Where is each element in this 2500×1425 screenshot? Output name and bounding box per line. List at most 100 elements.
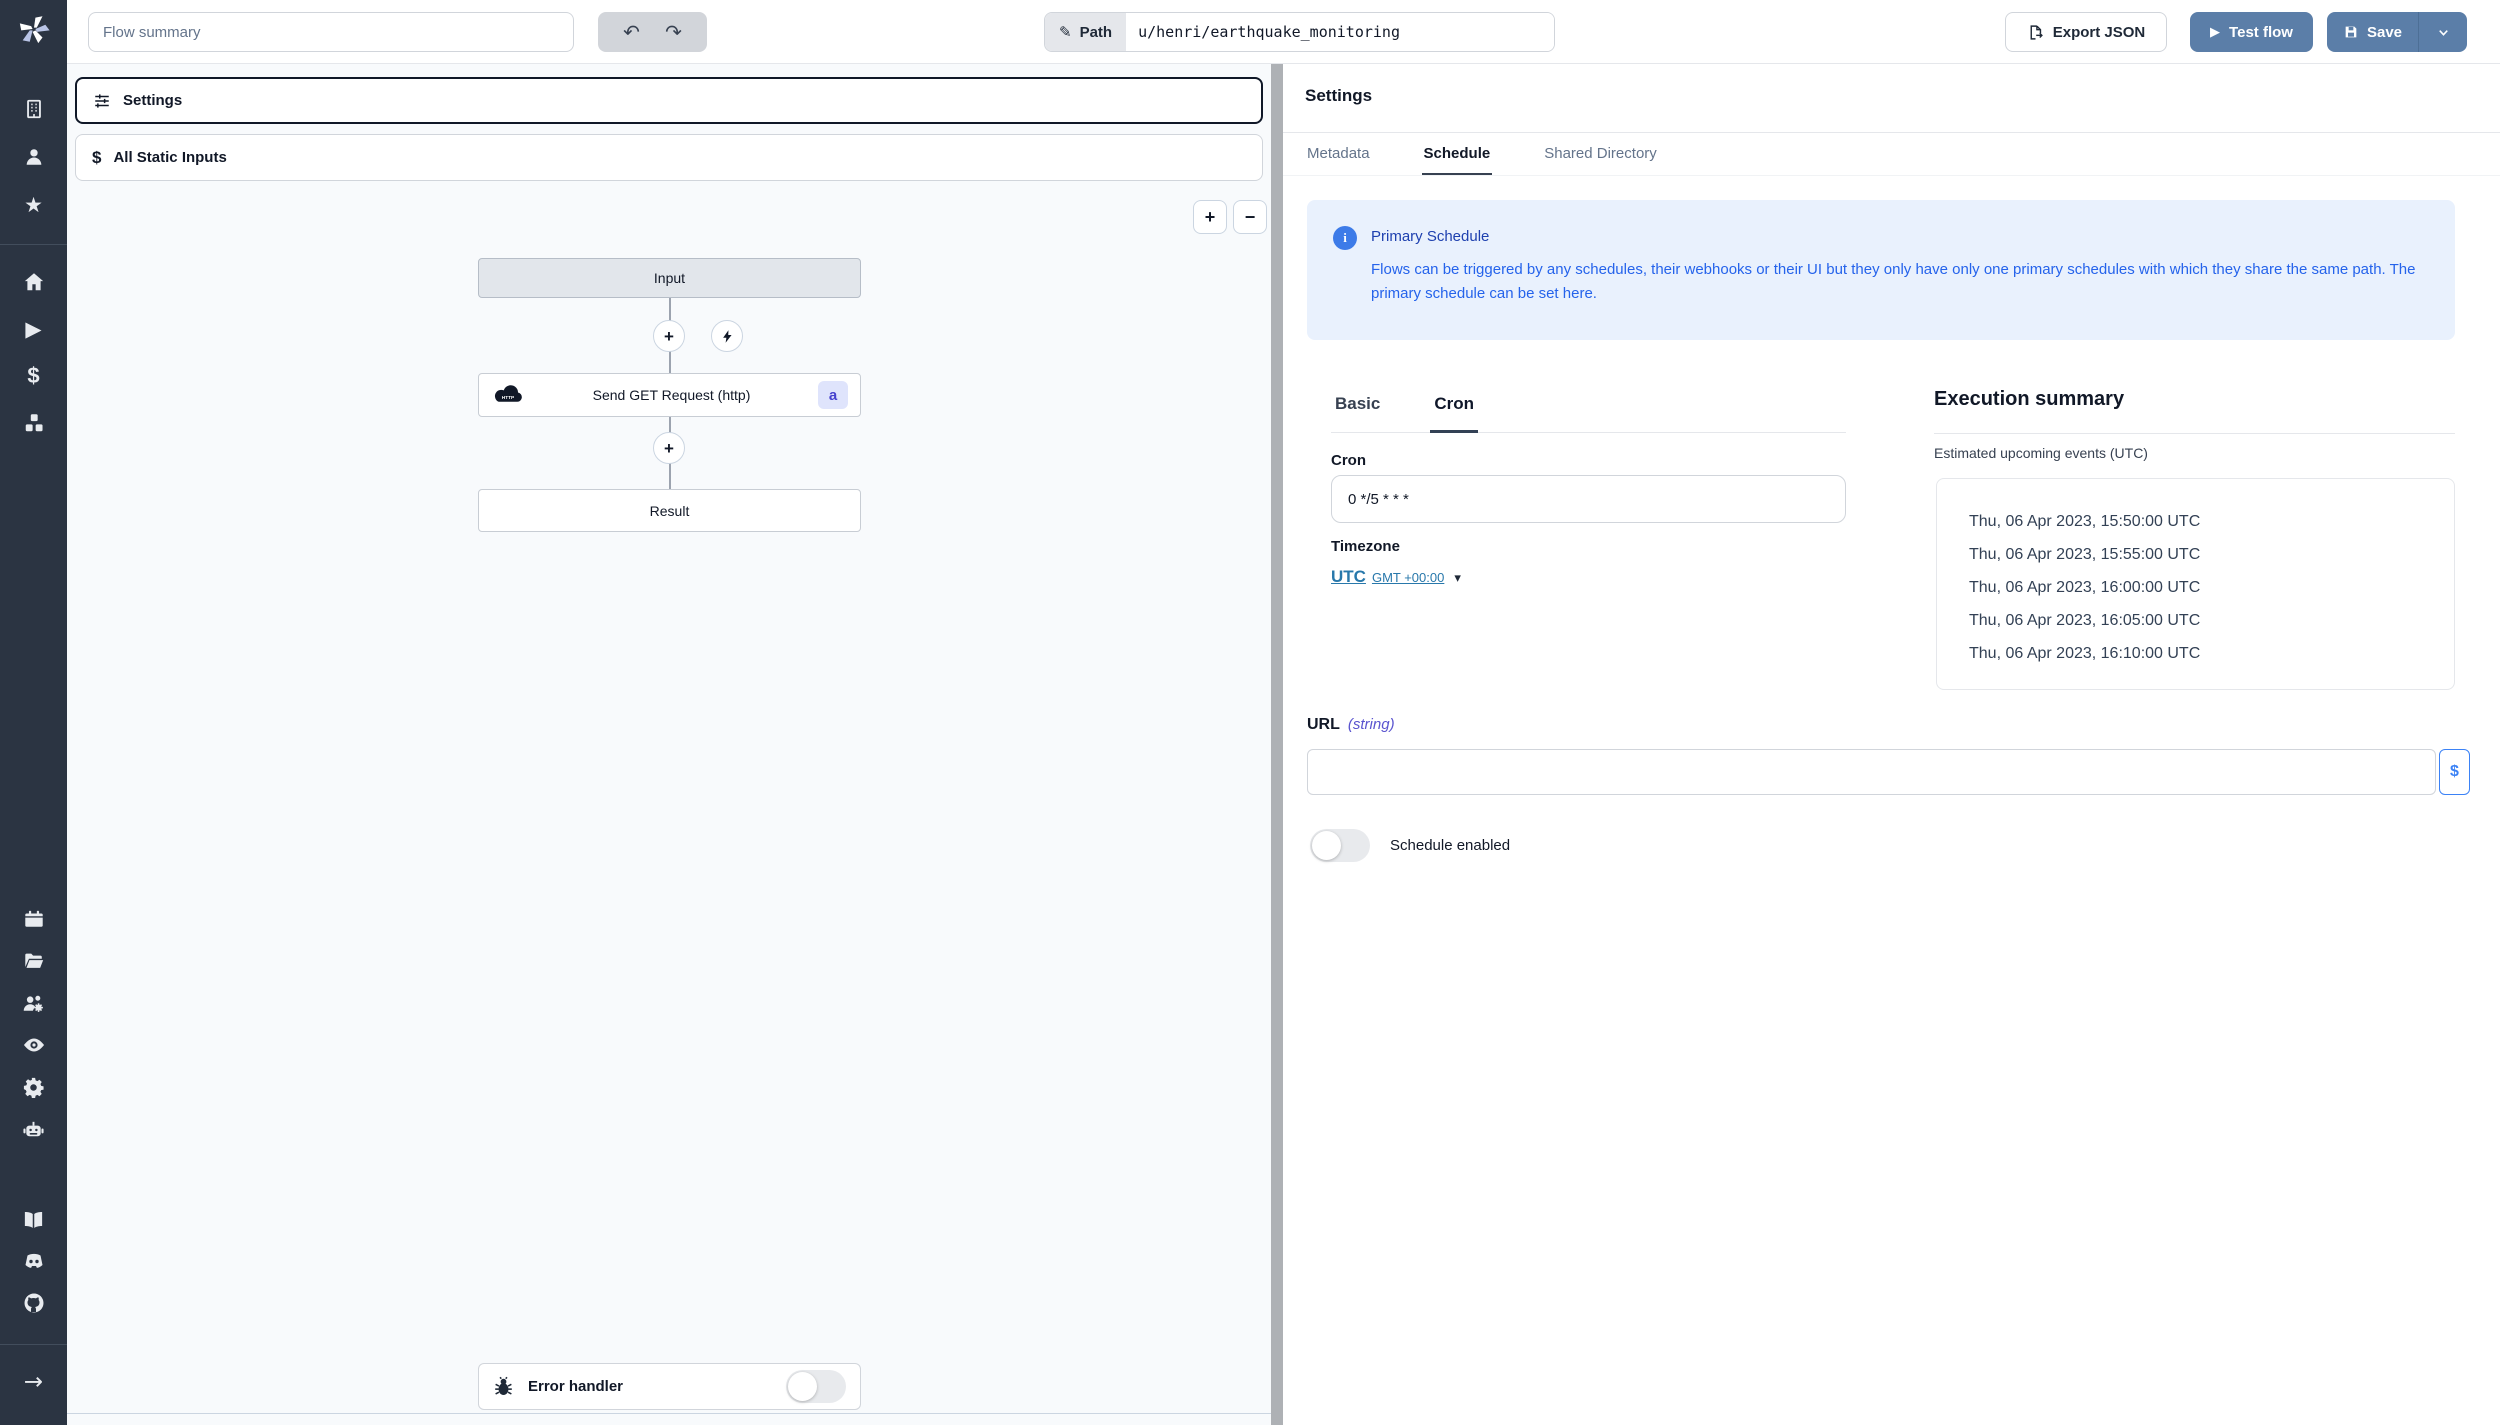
event-row: Thu, 06 Apr 2023, 16:10:00 UTC	[1969, 637, 2454, 670]
workspace-building-icon[interactable]	[0, 88, 67, 130]
export-icon	[2027, 24, 2044, 41]
groups-users-gear-icon[interactable]	[0, 982, 67, 1024]
redo-icon[interactable]: ↷	[665, 22, 682, 42]
audit-logs-eye-icon[interactable]	[0, 1024, 67, 1066]
folders-icon[interactable]	[0, 940, 67, 982]
undo-icon[interactable]: ↶	[623, 22, 640, 42]
plus-icon: +	[664, 440, 674, 457]
tab-schedule[interactable]: Schedule	[1422, 133, 1493, 176]
windmill-logo-icon[interactable]	[0, 0, 67, 58]
save-dropdown-button[interactable]	[2419, 12, 2467, 52]
settings-panel: Settings Metadata Schedule Shared Direct…	[1283, 64, 2500, 1425]
canvas-bottom-divider	[67, 1413, 1271, 1414]
cron-label: Cron	[1331, 452, 1366, 469]
windmill-flow-editor: ★ ▶ $	[0, 0, 2500, 1425]
sidebar: ★ ▶ $	[0, 0, 67, 1425]
topbar: ↶ ↷ ✎ Path Export JSON ▶ Test flow	[67, 0, 2500, 64]
toggle-knob	[788, 1372, 817, 1401]
flow-summary-input[interactable]	[88, 12, 574, 52]
path-label: Path	[1080, 24, 1113, 41]
toggle-knob	[1312, 831, 1341, 860]
variables-dollar-icon[interactable]: $	[0, 355, 67, 397]
plus-icon: +	[664, 328, 674, 345]
insert-variable-button[interactable]: $	[2439, 749, 2470, 795]
schedule-enabled-row: Schedule enabled	[1310, 829, 1510, 862]
panel-splitter[interactable]	[1271, 64, 1283, 1425]
docs-book-icon[interactable]	[0, 1198, 67, 1240]
home-icon[interactable]	[0, 261, 67, 303]
test-flow-button[interactable]: ▶ Test flow	[2190, 12, 2313, 52]
discord-icon[interactable]	[0, 1240, 67, 1282]
schedule-mode-tabs: Basic Cron	[1331, 390, 1846, 433]
play-icon: ▶	[2210, 25, 2220, 40]
runs-play-icon[interactable]: ▶	[0, 308, 67, 350]
timezone-selector[interactable]: UTC GMT +00:00 ▾	[1331, 567, 1461, 587]
flow-settings-label: Settings	[123, 92, 182, 109]
tab-shared-directory[interactable]: Shared Directory	[1542, 133, 1659, 176]
all-static-inputs-box[interactable]: $ All Static Inputs	[75, 134, 1263, 181]
step-id-badge: a	[818, 381, 848, 409]
dropdown-triangle-icon: ▾	[1454, 571, 1461, 586]
resources-cubes-icon[interactable]	[0, 402, 67, 444]
timezone-offset: GMT +00:00	[1372, 570, 1444, 585]
undo-redo-group: ↶ ↷	[598, 12, 707, 52]
event-row: Thu, 06 Apr 2023, 15:50:00 UTC	[1969, 505, 2454, 538]
error-handler-label: Error handler	[528, 1378, 772, 1395]
favorites-star-icon[interactable]: ★	[0, 184, 67, 226]
export-json-button[interactable]: Export JSON	[2005, 12, 2167, 52]
expand-sidebar-arrow-icon[interactable]: →	[0, 1361, 67, 1403]
info-icon: i	[1333, 226, 1357, 250]
tab-basic[interactable]: Basic	[1331, 390, 1384, 433]
settings-gear-icon[interactable]	[0, 1066, 67, 1108]
settings-tabs: Metadata Schedule Shared Directory	[1305, 133, 1659, 176]
url-type-hint: (string)	[1348, 716, 1395, 733]
path-input[interactable]	[1126, 13, 1554, 51]
path-chip: ✎ Path	[1045, 13, 1126, 51]
test-flow-label: Test flow	[2229, 24, 2293, 41]
input-node[interactable]: Input	[478, 258, 861, 298]
execution-summary-title: Execution summary	[1934, 388, 2124, 411]
cron-input[interactable]	[1331, 475, 1846, 523]
url-input[interactable]	[1307, 749, 2436, 795]
zoom-out-button[interactable]: −	[1233, 200, 1267, 234]
add-step-button[interactable]: +	[653, 432, 685, 464]
schedule-enabled-label: Schedule enabled	[1390, 837, 1510, 854]
dollar-icon: $	[92, 148, 101, 168]
save-button-group: Save	[2327, 12, 2467, 52]
event-row: Thu, 06 Apr 2023, 15:55:00 UTC	[1969, 538, 2454, 571]
zoom-in-button[interactable]: +	[1193, 200, 1227, 234]
user-icon[interactable]	[0, 136, 67, 178]
tab-metadata[interactable]: Metadata	[1305, 133, 1372, 176]
timezone-label: Timezone	[1331, 538, 1400, 555]
tab-cron[interactable]: Cron	[1430, 390, 1478, 433]
tabs-divider	[1283, 175, 2500, 176]
sliders-icon	[93, 92, 111, 110]
add-step-button[interactable]: +	[653, 320, 685, 352]
primary-schedule-infobox: i Primary Schedule Flows can be triggere…	[1307, 200, 2455, 340]
error-handler-node[interactable]: Error handler	[478, 1363, 861, 1410]
url-field-header: URL (string)	[1307, 716, 1395, 734]
save-icon	[2343, 24, 2359, 40]
trigger-bolt-button[interactable]	[711, 320, 743, 352]
settings-panel-title: Settings	[1305, 86, 1372, 106]
timezone-value: UTC	[1331, 567, 1366, 587]
flow-settings-box[interactable]: Settings	[75, 77, 1263, 124]
event-row: Thu, 06 Apr 2023, 16:05:00 UTC	[1969, 604, 2454, 637]
error-handler-toggle[interactable]	[786, 1370, 846, 1403]
result-node[interactable]: Result	[478, 489, 861, 532]
save-label: Save	[2367, 24, 2402, 41]
pencil-icon: ✎	[1059, 23, 1072, 41]
http-cloud-icon: HTTP	[491, 384, 525, 406]
execution-summary-divider	[1934, 433, 2455, 434]
save-button[interactable]: Save	[2327, 12, 2419, 52]
export-json-label: Export JSON	[2053, 24, 2146, 41]
flow-canvas: Settings $ All Static Inputs + − Input +	[67, 64, 1271, 1425]
upcoming-events-box: Thu, 06 Apr 2023, 15:50:00 UTC Thu, 06 A…	[1936, 478, 2455, 690]
chevron-down-icon	[2436, 25, 2451, 40]
schedules-calendar-icon[interactable]	[0, 898, 67, 940]
workers-robot-icon[interactable]	[0, 1108, 67, 1150]
http-step-node[interactable]: HTTP Send GET Request (http) a	[478, 373, 861, 417]
bug-icon	[493, 1376, 514, 1397]
schedule-enabled-toggle[interactable]	[1310, 829, 1370, 862]
github-icon[interactable]	[0, 1282, 67, 1324]
